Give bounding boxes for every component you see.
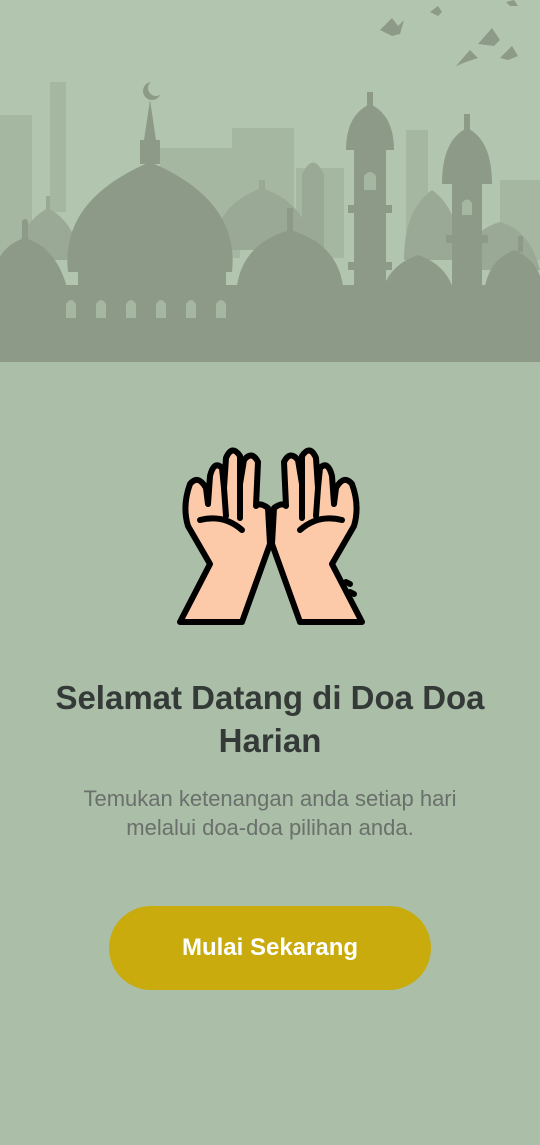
welcome-screen: Selamat Datang di Doa Doa Harian Temukan… bbox=[0, 0, 540, 1145]
welcome-subtitle: Temukan ketenangan anda setiap hari mela… bbox=[83, 786, 457, 840]
start-button[interactable]: Mulai Sekarang bbox=[109, 906, 431, 990]
praying-hands-icon bbox=[174, 436, 368, 630]
mosque-skyline-illustration bbox=[0, 0, 540, 362]
welcome-title: Selamat Datang di Doa Doa Harian bbox=[55, 679, 485, 759]
